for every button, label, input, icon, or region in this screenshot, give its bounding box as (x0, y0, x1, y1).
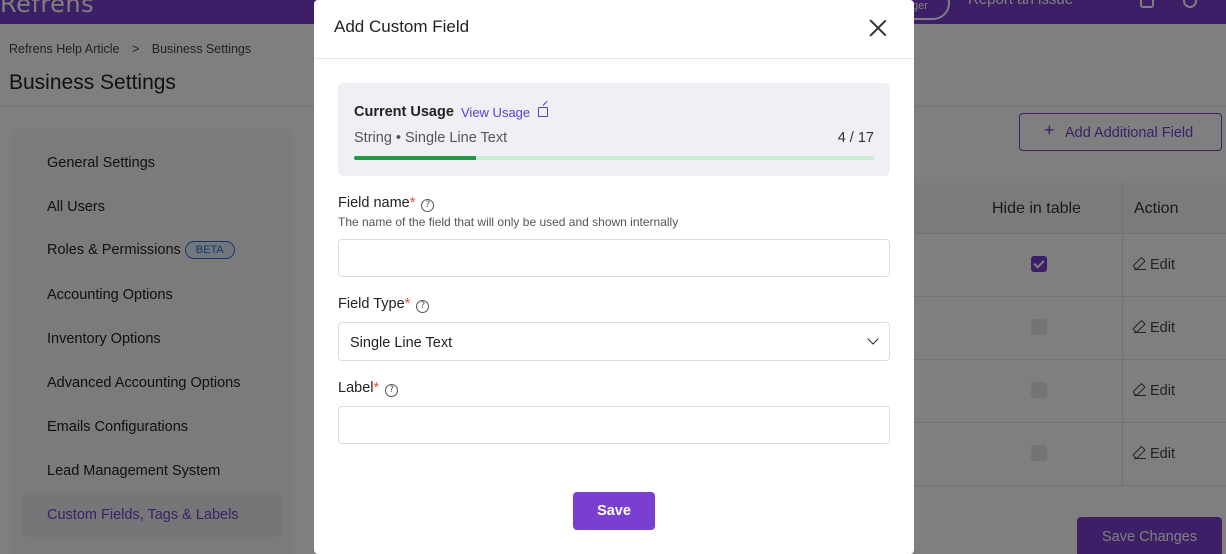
usage-progress-fill (354, 156, 477, 160)
view-usage-link[interactable]: View Usage (461, 105, 530, 120)
label-field-label: Label*? (338, 380, 399, 397)
chevron-down-icon (867, 333, 879, 345)
field-type-label: Field Type*? (338, 296, 430, 313)
add-custom-field-modal: Add Custom Field Current Usage View Usag… (314, 0, 914, 554)
label-input[interactable] (338, 406, 890, 444)
field-type-label-text: Field Type (338, 296, 405, 312)
current-usage-card: Current Usage View Usage String • Single… (338, 83, 890, 176)
usage-count: 4 / 17 (837, 130, 874, 146)
modal-header: Add Custom Field (314, 0, 914, 59)
field-name-help-text: The name of the field that will only be … (338, 215, 679, 229)
help-icon[interactable]: ? (416, 300, 430, 313)
modal-title: Add Custom Field (334, 17, 470, 36)
field-name-label-text: Field name (338, 195, 410, 211)
required-mark: * (409, 195, 416, 211)
help-icon[interactable]: ? (385, 384, 399, 397)
help-icon[interactable]: ? (421, 199, 435, 212)
save-button[interactable]: Save (573, 492, 655, 530)
close-icon[interactable] (869, 19, 887, 37)
field-name-label: Field name*? (338, 195, 435, 212)
field-name-input[interactable] (338, 239, 890, 277)
field-type-selected-value: Single Line Text (350, 335, 453, 351)
field-type-select[interactable]: Single Line Text (338, 322, 890, 361)
required-mark: * (404, 296, 411, 312)
label-field-label-text: Label (338, 380, 374, 396)
required-mark: * (373, 380, 380, 396)
usage-field-type: String • Single Line Text (354, 130, 508, 146)
external-link-icon[interactable] (538, 107, 548, 117)
current-usage-title: Current Usage (354, 104, 454, 120)
usage-progress-bar (354, 156, 874, 160)
